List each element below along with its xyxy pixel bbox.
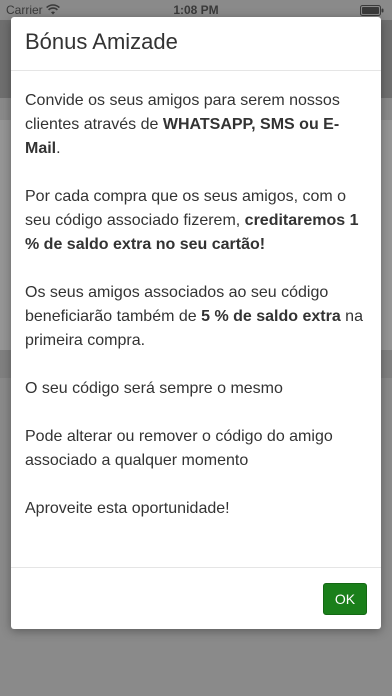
dialog-title: Bónus Amizade xyxy=(25,29,178,54)
ok-button[interactable]: OK xyxy=(323,583,367,615)
footer-divider xyxy=(11,567,381,568)
opportunity-paragraph: Aproveite esta oportunidade! xyxy=(25,500,230,517)
credit-paragraph: Por cada compra que os seus amigos, com … xyxy=(25,185,369,257)
benefit-paragraph: Os seus amigos associados ao seu código … xyxy=(25,281,369,353)
bonus-dialog: Bónus Amizade Convide os seus amigos par… xyxy=(11,17,381,629)
dialog-body: Convide os seus amigos para serem nossos… xyxy=(25,89,369,545)
invite-period: . xyxy=(56,140,61,157)
invite-paragraph: Convide os seus amigos para serem nossos… xyxy=(25,89,369,161)
code-same-paragraph: O seu código será sempre o mesmo xyxy=(25,380,283,397)
benefit-highlight: 5 % de saldo extra xyxy=(201,308,341,325)
change-code-paragraph: Pode alterar ou remover o código do amig… xyxy=(25,428,333,469)
header-divider xyxy=(11,70,381,71)
battery-icon xyxy=(360,5,384,16)
status-time: 1:08 PM xyxy=(173,3,219,17)
